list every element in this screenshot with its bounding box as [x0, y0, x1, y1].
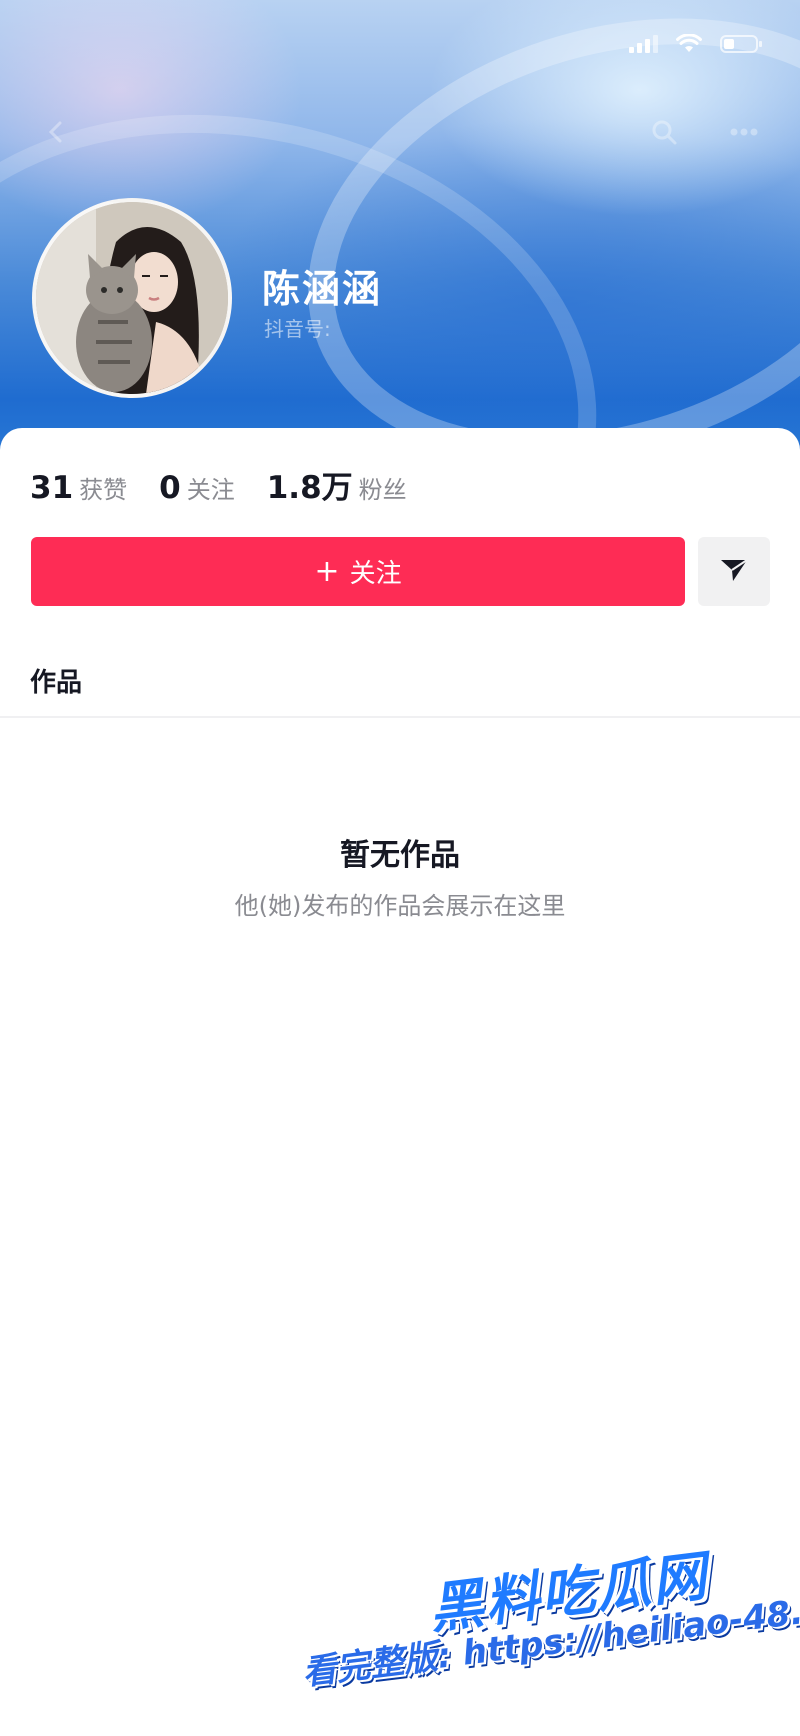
- stat-value: 0: [159, 470, 181, 506]
- douyin-id-label: 抖音号:: [264, 317, 331, 341]
- stat-value: 31: [30, 470, 74, 506]
- stat-likes[interactable]: 31 获赞: [30, 470, 127, 506]
- signal-icon: [629, 35, 658, 53]
- empty-state-description: 他(她)发布的作品会展示在这里: [234, 892, 566, 920]
- plus-icon: +: [314, 553, 340, 589]
- stat-followers[interactable]: 1.8万 粉丝: [267, 462, 407, 507]
- stat-following[interactable]: 0 关注: [159, 470, 235, 506]
- tab-divider: [0, 716, 800, 718]
- stat-label: 粉丝: [358, 476, 407, 504]
- profile-name: 陈涵涵: [262, 267, 383, 311]
- follow-button-label: 关注: [349, 559, 402, 589]
- follow-button[interactable]: + 关注: [31, 537, 685, 606]
- back-icon[interactable]: [36, 112, 76, 152]
- stat-value: 1.8万: [266, 470, 353, 506]
- share-arrow-icon: [719, 557, 749, 587]
- stat-label: 关注: [186, 476, 235, 504]
- tab-works[interactable]: 作品: [30, 662, 82, 699]
- status-bar: [629, 34, 764, 54]
- stat-label: 获赞: [79, 476, 128, 504]
- profile-stats: 31 获赞 0 关注 1.8万 粉丝: [30, 462, 439, 507]
- more-icon[interactable]: [724, 112, 764, 152]
- empty-state-title: 暂无作品: [340, 838, 460, 873]
- share-button[interactable]: [698, 537, 770, 606]
- search-icon[interactable]: [644, 112, 684, 152]
- battery-icon: [720, 34, 764, 54]
- avatar[interactable]: [32, 198, 232, 398]
- wifi-icon: [676, 34, 702, 54]
